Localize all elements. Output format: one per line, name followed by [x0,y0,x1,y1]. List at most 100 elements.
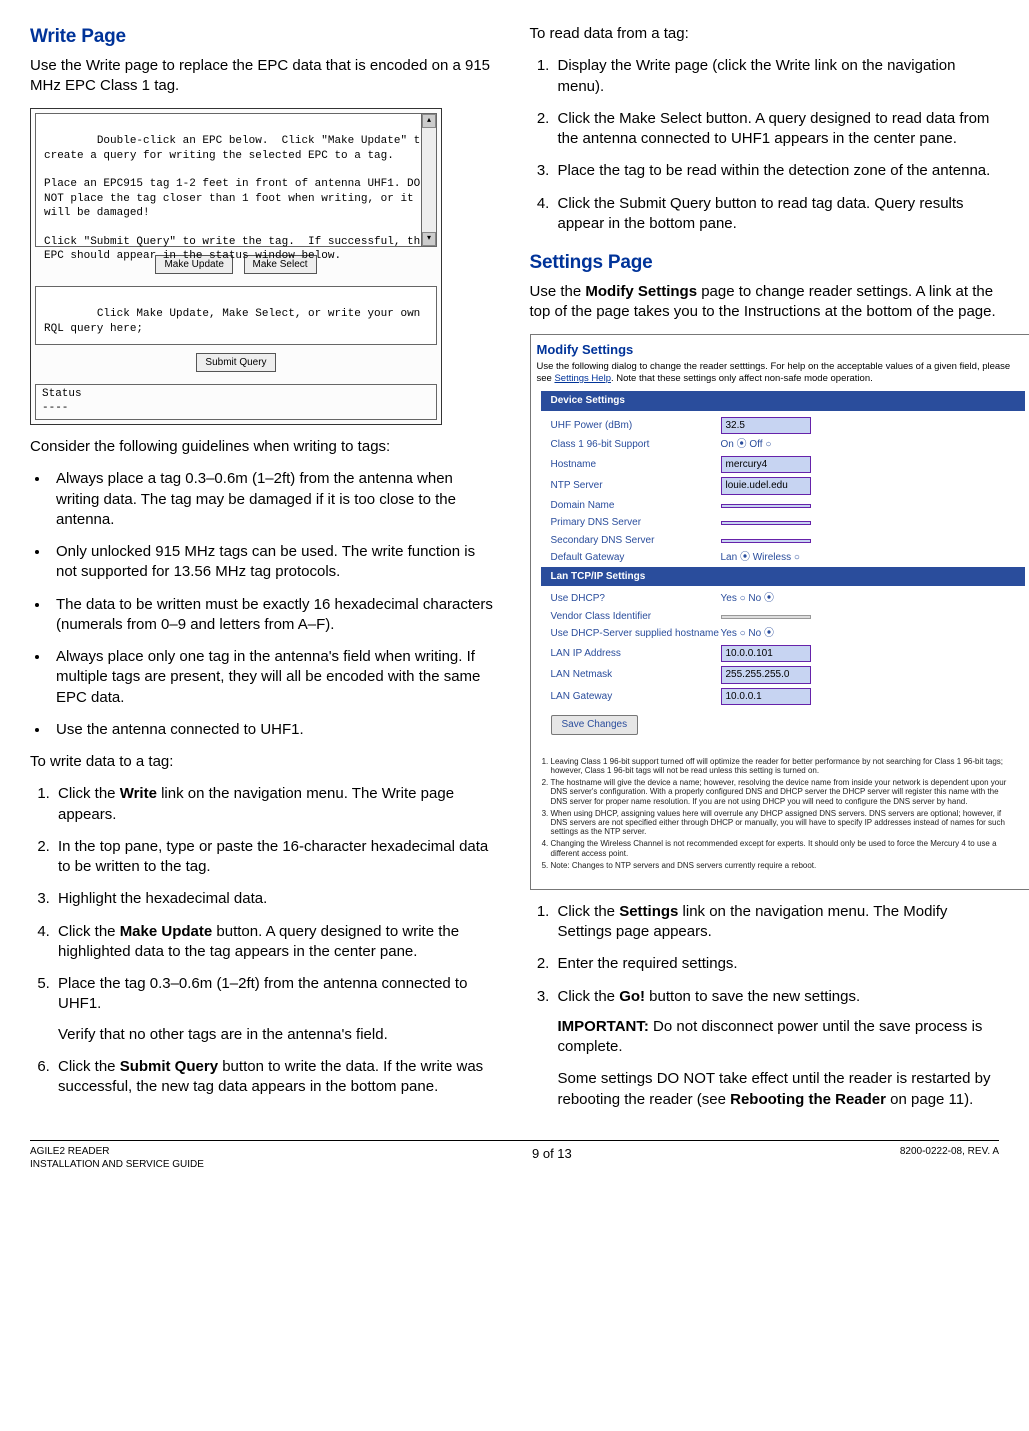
footnote-item: When using DHCP, assigning values here w… [551,809,1011,837]
settings-label: LAN Gateway [551,690,721,704]
page-footer: AGILE2 READER INSTALLATION AND SERVICE G… [30,1140,999,1172]
settings-label: LAN Netmask [551,668,721,682]
guideline-item: Use the antenna connected to UHF1. [50,720,500,740]
lan-settings-header: Lan TCP/IP Settings [541,567,1025,587]
settings-input[interactable]: 10.0.0.101 [721,645,811,663]
settings-steps-list: Click the Settings link on the navigatio… [530,902,1000,1110]
scroll-up-icon[interactable]: ▴ [422,114,436,128]
submit-query-button[interactable]: Submit Query [196,353,275,372]
status-pane: Status ---- [35,384,437,420]
fig2-intro: Use the following dialog to change the r… [531,361,1029,392]
write-step-sub: Verify that no other tags are in the ant… [58,1025,500,1045]
status-label: Status [42,388,82,400]
settings-row: Default GatewayLan ⦿ Wireless ○ [531,549,1029,567]
write-step: Click the Write link on the navigation m… [54,784,500,825]
settings-row: Primary DNS Server [531,514,1029,532]
write-step: Click the Make Update button. A query de… [54,922,500,963]
device-settings-header: Device Settings [541,391,1025,411]
read-intro: To read data from a tag: [530,24,1000,44]
fig2-title: Modify Settings [531,335,1029,361]
write-step: Highlight the hexadecimal data. [54,889,500,909]
footnote-item: Changing the Wireless Channel is not rec… [551,839,1011,857]
settings-input[interactable] [721,521,811,525]
settings-row: Use DHCP-Server supplied hostnameYes ○ N… [531,625,1029,643]
guideline-item: Always place only one tag in the antenna… [50,647,500,708]
settings-row: Domain Name [531,497,1029,515]
fig1-top-text: Double-click an EPC below. Click "Make U… [44,135,433,261]
settings-step: Click the Go! button to save the new set… [554,987,1000,1110]
read-step: Display the Write page (click the Write … [554,56,1000,97]
settings-step: Click the Settings link on the navigatio… [554,902,1000,943]
settings-row: LAN Gateway10.0.0.1 [531,686,1029,708]
footer-right: 8200-0222-08, REV. A [900,1145,999,1172]
footer-left: AGILE2 READER INSTALLATION AND SERVICE G… [30,1145,204,1172]
settings-row: Class 1 96-bit SupportOn ⦿ Off ○ [531,436,1029,454]
footnote-item: Leaving Class 1 96-bit support turned of… [551,757,1011,775]
settings-step: Enter the required settings. [554,954,1000,974]
two-column-layout: Write Page Use the Write page to replace… [30,24,999,1122]
read-step: Click the Make Select button. A query de… [554,109,1000,150]
read-step: Click the Submit Query button to read ta… [554,194,1000,235]
status-dash: ---- [42,402,68,414]
settings-radio-group[interactable]: Lan ⦿ Wireless ○ [721,551,800,565]
footer-page-num: 9 of 13 [204,1145,900,1172]
settings-label: Hostname [551,458,721,472]
settings-label: Primary DNS Server [551,516,721,530]
settings-step-sub: IMPORTANT: Do not disconnect power until… [558,1017,1000,1058]
settings-label: Use DHCP? [551,592,721,606]
fig1-top-pane: Double-click an EPC below. Click "Make U… [35,113,437,247]
settings-label: Secondary DNS Server [551,534,721,548]
settings-input[interactable] [721,504,811,508]
write-step: In the top pane, type or paste the 16-ch… [54,837,500,878]
guideline-item: The data to be written must be exactly 1… [50,595,500,636]
settings-radio-group[interactable]: Yes ○ No ⦿ [721,592,774,606]
settings-input[interactable]: 32.5 [721,417,811,435]
fig1-mid-pane[interactable]: Click Make Update, Make Select, or write… [35,286,437,345]
settings-help-link[interactable]: Settings Help [554,373,611,384]
settings-label: Class 1 96-bit Support [551,438,721,452]
settings-row: Vendor Class Identifier [531,608,1029,626]
settings-label: NTP Server [551,479,721,493]
write-step: Click the Submit Query button to write t… [54,1057,500,1098]
footer-doc-sub: INSTALLATION AND SERVICE GUIDE [30,1158,204,1172]
save-changes-button[interactable]: Save Changes [551,715,639,735]
guideline-item: Always place a tag 0.3–0.6m (1–2ft) from… [50,469,500,530]
settings-label: LAN IP Address [551,647,721,661]
fig2-footnotes: Leaving Class 1 96-bit support turned of… [531,753,1029,881]
settings-row: UHF Power (dBm)32.5 [531,415,1029,437]
footer-doc-title: AGILE2 READER [30,1145,204,1159]
settings-input[interactable]: 255.255.255.0 [721,666,811,684]
write-page-figure: Double-click an EPC below. Click "Make U… [30,108,442,425]
settings-input[interactable] [721,615,811,619]
settings-radio-group[interactable]: Yes ○ No ⦿ [721,627,774,641]
left-column: Write Page Use the Write page to replace… [30,24,500,1122]
lan-rows: Use DHCP?Yes ○ No ⦿Vendor Class Identifi… [531,590,1029,707]
settings-input[interactable]: louie.udel.edu [721,477,811,495]
settings-row: NTP Serverlouie.udel.edu [531,475,1029,497]
write-steps-list: Click the Write link on the navigation m… [30,784,500,1097]
footnote-item: The hostname will give the device a name… [551,778,1011,806]
scroll-down-icon[interactable]: ▾ [422,232,436,246]
settings-row: Use DHCP?Yes ○ No ⦿ [531,590,1029,608]
guidelines-intro: Consider the following guidelines when w… [30,437,500,457]
settings-row: LAN Netmask255.255.255.0 [531,664,1029,686]
settings-intro: Use the Modify Settings page to change r… [530,282,1000,323]
write-intro: Use the Write page to replace the EPC da… [30,56,500,97]
settings-label: Default Gateway [551,551,721,565]
settings-step-sub: Some settings DO NOT take effect until t… [558,1069,1000,1110]
settings-radio-group[interactable]: On ⦿ Off ○ [721,438,772,452]
settings-input[interactable]: mercury4 [721,456,811,474]
write-page-heading: Write Page [30,24,500,50]
settings-input[interactable]: 10.0.0.1 [721,688,811,706]
settings-row: LAN IP Address10.0.0.101 [531,643,1029,665]
settings-label: Domain Name [551,499,721,513]
scrollbar[interactable]: ▴ ▾ [421,114,436,246]
settings-page-heading: Settings Page [530,250,1000,276]
read-step: Place the tag to be read within the dete… [554,161,1000,181]
read-steps-list: Display the Write page (click the Write … [530,56,1000,234]
settings-input[interactable] [721,539,811,543]
settings-label: UHF Power (dBm) [551,419,721,433]
settings-row: Secondary DNS Server [531,532,1029,550]
footnote-item: Note: Changes to NTP servers and DNS ser… [551,861,1011,870]
write-step: Place the tag 0.3–0.6m (1–2ft) from the … [54,974,500,1045]
